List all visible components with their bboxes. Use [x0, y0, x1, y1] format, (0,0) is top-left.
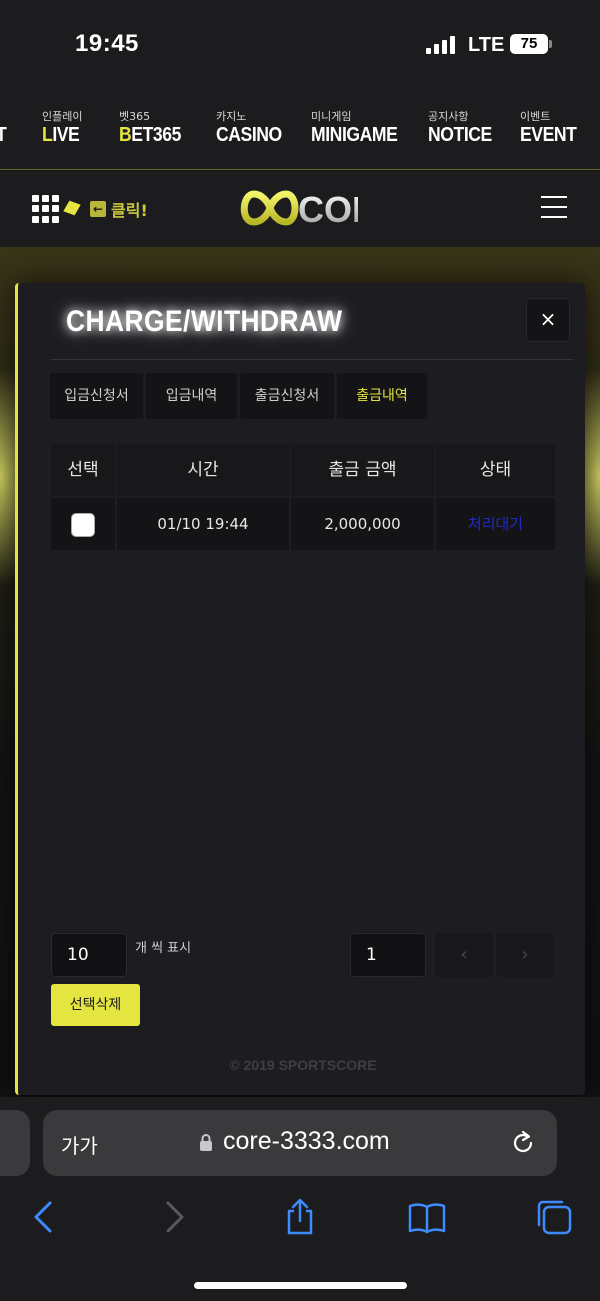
row-checkbox[interactable]: [71, 512, 95, 537]
grid-menu-icon[interactable]: [32, 195, 60, 223]
share-icon[interactable]: [280, 1197, 320, 1237]
close-button[interactable]: ×: [526, 298, 570, 342]
nav-item-event[interactable]: 이벤트 EVENT: [520, 108, 584, 147]
row-status-cell: 처리대기: [436, 498, 555, 550]
modal-title: CHARGE/WITHDRAW: [66, 305, 343, 338]
bookmarks-icon[interactable]: [407, 1197, 447, 1237]
url-text: core-3333.com: [223, 1127, 390, 1155]
delete-selected-button[interactable]: 선택삭제: [51, 984, 140, 1026]
table-row: 01/10 19:44 2,000,000 처리대기: [51, 498, 555, 550]
tabs-icon[interactable]: [534, 1197, 574, 1237]
divider: [51, 359, 573, 360]
reload-icon[interactable]: [509, 1129, 537, 1157]
nav-item-casino[interactable]: 카지노 CASINO: [216, 108, 291, 147]
carrier-label: LTE: [468, 34, 505, 56]
row-amount: 2,000,000: [291, 498, 434, 550]
tab-withdraw-history[interactable]: 출금내역: [337, 373, 427, 419]
header-select: 선택: [51, 444, 115, 496]
per-page-input[interactable]: 10: [51, 933, 127, 977]
row-time: 01/10 19:44: [117, 498, 289, 550]
home-indicator: [194, 1282, 407, 1289]
nav-item-notice[interactable]: 공지사항 NOTICE: [428, 108, 501, 147]
per-page-label: 개 씩 표시: [135, 941, 192, 956]
address-bar[interactable]: 가가 core-3333.com: [43, 1110, 557, 1176]
copyright: © 2019 SPORTSCORE: [229, 1057, 377, 1073]
row-select-cell: [51, 498, 115, 550]
click-button[interactable]: ← 클릭!: [90, 197, 148, 221]
signal-icon: [426, 36, 458, 54]
nav-item-partial[interactable]: T: [0, 108, 8, 147]
top-nav: T 인플레이 LIVE 벳365 BET365 카지노 CASINO 미니게임 …: [0, 92, 600, 170]
nav-item-live[interactable]: 인플레이 LIVE: [42, 108, 84, 147]
logo-text: CORE: [298, 189, 358, 230]
row-status: 처리대기: [467, 515, 524, 533]
charge-withdraw-modal: CHARGE/WITHDRAW × 입금신청서 입금내역 출금신청서 출금내역 …: [15, 283, 585, 1095]
withdraw-table: 선택 시간 출금 금액 상태 01/10 19:44 2,000,000 처리대…: [51, 444, 555, 550]
tab-deposit-history[interactable]: 입금내역: [146, 373, 237, 419]
status-bar: 19:45 LTE 75: [0, 0, 600, 92]
header-time: 시간: [117, 444, 289, 496]
tab-withdraw-request[interactable]: 출금신청서: [240, 373, 334, 419]
next-page-button[interactable]: ›: [496, 933, 554, 977]
header-amount: 출금 금액: [291, 444, 434, 496]
back-icon[interactable]: [24, 1197, 64, 1237]
nav-item-minigame[interactable]: 미니게임 MINIGAME: [311, 108, 409, 147]
forward-icon[interactable]: [154, 1197, 194, 1237]
header-status: 상태: [436, 444, 555, 496]
hamburger-menu-icon[interactable]: [541, 196, 567, 218]
previous-tab-stub[interactable]: [0, 1110, 30, 1176]
lock-icon: [200, 1134, 212, 1151]
page-number-input[interactable]: 1: [350, 933, 426, 977]
arrow-left-icon: ←: [90, 201, 106, 217]
core-logo[interactable]: CORE: [238, 186, 358, 230]
diamond-icon: [63, 200, 81, 216]
browser-bar: 가가 core-3333.com: [0, 1097, 600, 1301]
clock: 19:45: [75, 30, 139, 57]
tab-deposit-request[interactable]: 입금신청서: [50, 373, 143, 419]
nav-item-bet365[interactable]: 벳365 BET365: [119, 108, 189, 147]
text-size-button[interactable]: 가가: [61, 1130, 98, 1159]
tab-bar: 입금신청서 입금내역 출금신청서 출금내역: [50, 373, 427, 419]
battery-icon: 75: [510, 34, 552, 54]
prev-page-button[interactable]: ‹: [435, 933, 493, 977]
table-header-row: 선택 시간 출금 금액 상태: [51, 444, 555, 496]
